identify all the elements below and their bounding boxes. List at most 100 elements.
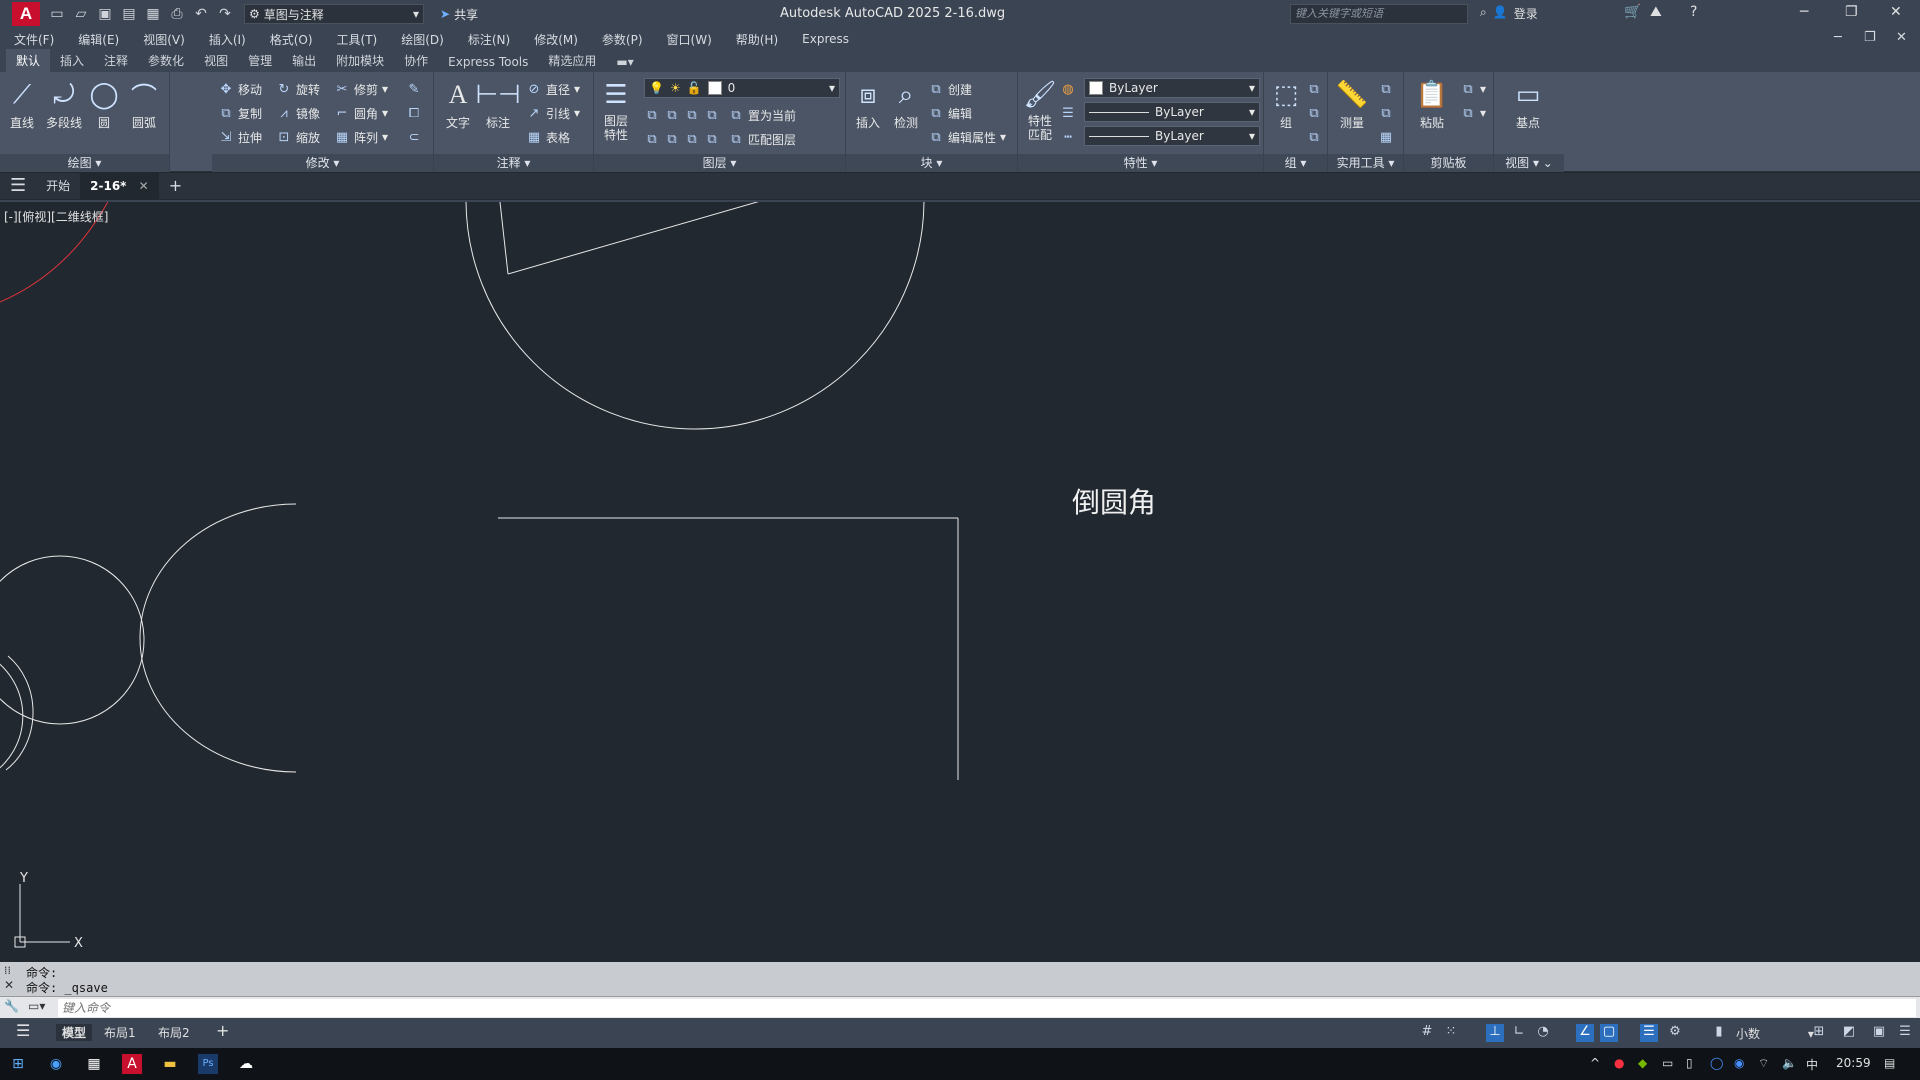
layout-menu-icon[interactable]: ☰: [16, 1021, 30, 1040]
tab-insert[interactable]: 插入: [50, 49, 94, 72]
array-button[interactable]: ▦ 阵列 ▾: [334, 126, 388, 148]
cut-icon[interactable]: ⧉ ▾: [1460, 78, 1486, 100]
tab-start[interactable]: 开始: [36, 173, 80, 199]
copy-clip-icon[interactable]: ⧉ ▾: [1460, 102, 1486, 124]
tab-manage[interactable]: 管理: [238, 49, 282, 72]
doc-minimize-icon[interactable]: ─: [1834, 30, 1842, 45]
command-input[interactable]: [58, 999, 1916, 1017]
group-button[interactable]: ⬚ 组: [1266, 76, 1306, 144]
file-menu-icon[interactable]: ☰: [0, 173, 36, 199]
tab-collaborate[interactable]: 协作: [394, 49, 438, 72]
annotation-scale-icon[interactable]: ⚙: [1666, 1024, 1684, 1042]
menu-file[interactable]: 文件(F): [14, 31, 54, 48]
recent-commands-icon[interactable]: ▭▾: [28, 999, 45, 1013]
clipboard-panel-title[interactable]: 剪贴板: [1404, 154, 1493, 172]
lineweight-dropdown[interactable]: ByLayer ▾: [1084, 126, 1260, 146]
stretch-button[interactable]: ⇲ 拉伸: [218, 126, 262, 148]
rotate-button[interactable]: ↻ 旋转: [276, 78, 320, 100]
offset-button[interactable]: ⊂: [406, 126, 422, 148]
object-snap-icon[interactable]: ▢: [1600, 1024, 1618, 1042]
line-button[interactable]: ⟋ 直线: [2, 76, 42, 144]
clean-screen-icon[interactable]: ▣: [1870, 1024, 1888, 1042]
volume-icon[interactable]: 🔈: [1782, 1056, 1797, 1070]
tab-current-drawing[interactable]: 2-16* ✕: [80, 173, 159, 199]
circle-button[interactable]: ◯ 圆: [84, 76, 124, 144]
infer-constraints-icon[interactable]: ⊥: [1486, 1024, 1504, 1042]
menu-tools[interactable]: 工具(T): [337, 31, 378, 48]
menu-draw[interactable]: 绘图(D): [401, 31, 444, 48]
layer-properties-button[interactable]: ☰ 图层 特性: [596, 76, 636, 144]
redo-icon[interactable]: ↷: [214, 3, 236, 25]
publish-icon[interactable]: ▦: [142, 3, 164, 25]
menu-window[interactable]: 窗口(W): [667, 31, 712, 48]
fillet-button[interactable]: ⌐ 圆角 ▾: [334, 102, 389, 124]
erase-button[interactable]: ✎: [406, 78, 422, 100]
record-icon[interactable]: ●: [1614, 1056, 1624, 1070]
menu-insert[interactable]: 插入(I): [209, 31, 246, 48]
new-file-icon[interactable]: ▭: [46, 3, 68, 25]
customize-icon[interactable]: 🔧: [4, 999, 19, 1013]
print-icon[interactable]: ⎙: [166, 3, 188, 25]
edit-block-button[interactable]: ⧉ 编辑: [928, 102, 972, 124]
layer-tools-row2[interactable]: ⧉ ⧉ ⧉ ⧉: [644, 128, 720, 150]
snap-icon[interactable]: ⁙: [1442, 1024, 1460, 1042]
open-file-icon[interactable]: ▱: [70, 3, 92, 25]
lineweight-display-icon[interactable]: ☰: [1640, 1024, 1658, 1042]
close-tab-icon[interactable]: ✕: [139, 179, 149, 193]
insert-block-button[interactable]: ⧈ 插入: [848, 76, 888, 144]
units-dropdown[interactable]: 小数 ▾: [1736, 1025, 1814, 1042]
tab-output[interactable]: 输出: [282, 49, 326, 72]
tab-featured-apps[interactable]: 精选应用: [538, 49, 606, 72]
leader-button[interactable]: ↗ 引线 ▾: [526, 102, 581, 124]
text-button[interactable]: A 文字: [438, 76, 478, 144]
hardware-acceleration-icon[interactable]: ◩: [1840, 1024, 1858, 1042]
search-icon[interactable]: ⌕: [1480, 5, 1487, 22]
layers-panel-title[interactable]: 图层 ▾: [594, 154, 845, 172]
layer-dropdown[interactable]: 💡 ☀ 🔓 0 ▾: [644, 78, 840, 98]
tab-layout2[interactable]: 布局2: [158, 1024, 190, 1041]
close-icon[interactable]: ✕: [1890, 4, 1902, 20]
notification-icon[interactable]: ▤: [1884, 1056, 1895, 1070]
units-icon[interactable]: ▮: [1710, 1024, 1728, 1042]
minimize-icon[interactable]: ─: [1800, 4, 1808, 20]
login-button[interactable]: ⌕ 👤 登录: [1480, 5, 1538, 22]
layer-tools-row1[interactable]: ⧉ ⧉ ⧉ ⧉: [644, 104, 720, 126]
modify-panel-title[interactable]: 修改 ▾: [212, 154, 433, 172]
polar-icon[interactable]: ◔: [1534, 1024, 1552, 1042]
menu-format[interactable]: 格式(O): [270, 31, 313, 48]
tab-parametric[interactable]: 参数化: [138, 49, 194, 72]
select-all-icon[interactable]: ⧉: [1378, 102, 1394, 124]
close-command-icon[interactable]: ✕: [4, 978, 14, 992]
draw-panel-title[interactable]: 绘图 ▾: [0, 154, 169, 172]
quick-select-icon[interactable]: ⧉: [1378, 78, 1394, 100]
doc-restore-icon[interactable]: ❐: [1864, 30, 1876, 45]
nvidia-icon[interactable]: ◆: [1638, 1056, 1647, 1070]
dimension-button[interactable]: ⊢⊣ 标注: [475, 76, 520, 144]
color-wheel-icon[interactable]: ◍: [1060, 78, 1076, 100]
properties-panel-title[interactable]: 特性 ▾: [1018, 154, 1263, 172]
color-dropdown[interactable]: ByLayer ▾: [1084, 78, 1260, 98]
save-as-icon[interactable]: ▤: [118, 3, 140, 25]
help-icon[interactable]: ?: [1690, 4, 1697, 20]
grid-icon[interactable]: #: [1418, 1024, 1436, 1042]
utilities-panel-title[interactable]: 实用工具 ▾: [1328, 154, 1403, 172]
menu-view[interactable]: 视图(V): [143, 31, 185, 48]
tab-model[interactable]: 模型: [56, 1024, 93, 1041]
menu-express[interactable]: Express: [802, 32, 849, 46]
scale-button[interactable]: ⊡ 缩放: [276, 126, 320, 148]
set-current-button[interactable]: ⧉ 置为当前: [728, 104, 796, 126]
menu-edit[interactable]: 编辑(E): [78, 31, 119, 48]
save-icon[interactable]: ▣: [94, 3, 116, 25]
tray-chevron-icon[interactable]: ^: [1590, 1056, 1600, 1070]
block-panel-title[interactable]: 块 ▾: [846, 154, 1017, 172]
autocad-logo-icon[interactable]: A: [12, 2, 40, 26]
group-edit-icon[interactable]: ⧉: [1306, 102, 1322, 124]
doc-close-icon[interactable]: ✕: [1896, 30, 1907, 45]
menu-help[interactable]: 帮助(H): [736, 31, 778, 48]
help-search-input[interactable]: 键入关键字或短语: [1290, 4, 1468, 24]
store-icon[interactable]: ▦: [84, 1054, 104, 1074]
inspect-button[interactable]: ⌕ 检测: [886, 76, 926, 144]
group-select-icon[interactable]: ⧉: [1306, 126, 1322, 148]
menu-modify[interactable]: 修改(M): [534, 31, 578, 48]
cart-icon[interactable]: 🛒: [1624, 4, 1641, 20]
